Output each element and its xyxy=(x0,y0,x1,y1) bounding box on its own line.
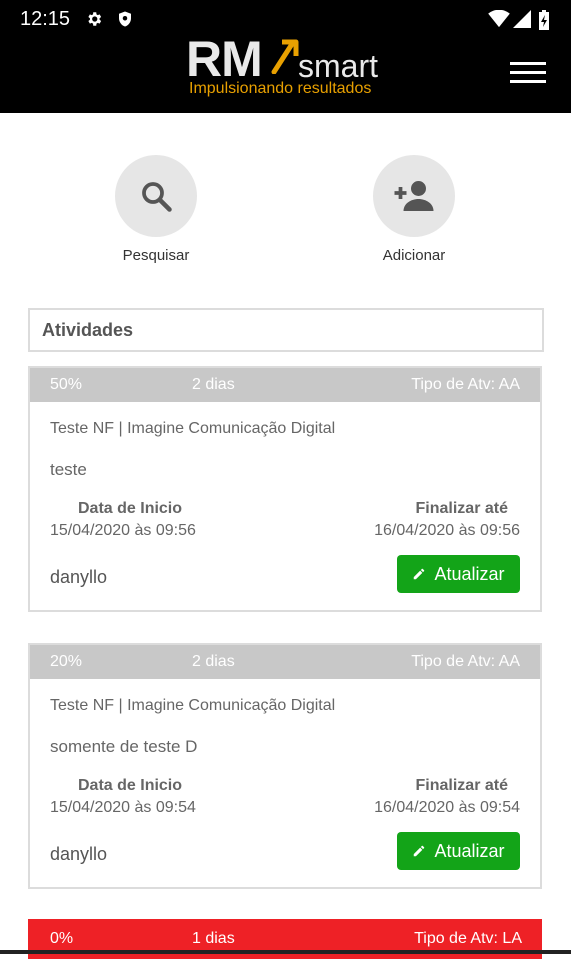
rmsmart-logo: RM smart Impulsionando resultados xyxy=(186,31,386,102)
update-button[interactable]: Atualizar xyxy=(397,832,520,870)
activity-percent: 0% xyxy=(50,930,74,947)
update-button-label: Atualizar xyxy=(434,840,505,861)
activities-header: Atividades xyxy=(28,308,544,352)
start-date-value: 15/04/2020 às 09:54 xyxy=(50,799,196,816)
end-date-value: 16/04/2020 às 09:54 xyxy=(374,799,520,816)
add-person-icon xyxy=(394,181,434,211)
activity-percent: 20% xyxy=(50,653,83,670)
search-action[interactable]: Pesquisar xyxy=(86,155,226,264)
end-date-label: Finalizar até xyxy=(415,777,508,794)
start-date-label: Data de Inicio xyxy=(78,777,183,794)
activity-percent: 50% xyxy=(50,376,83,393)
update-button[interactable]: Atualizar xyxy=(397,555,520,593)
app-header: 12:15 RM smart Impulsionando resultados xyxy=(0,0,571,113)
activity-description: teste xyxy=(50,460,87,479)
signal-icon xyxy=(513,10,531,33)
wifi-icon xyxy=(488,9,510,33)
pencil-icon xyxy=(414,845,425,857)
activity-client: Teste NF | Imagine Comunicação Digital xyxy=(50,420,336,437)
search-button[interactable] xyxy=(115,155,197,237)
activity-days: 2 dias xyxy=(192,653,235,670)
end-date-label: Finalizar até xyxy=(415,500,508,517)
activity-card[interactable]: 20% 2 dias Tipo de Atv: AA Teste NF | Im… xyxy=(28,643,542,889)
start-date-label: Data de Inicio xyxy=(78,500,183,517)
activity-user: danyllo xyxy=(50,844,108,864)
activity-user: danyllo xyxy=(50,567,108,587)
add-action[interactable]: Adicionar xyxy=(344,155,484,264)
end-date-value: 16/04/2020 às 09:56 xyxy=(374,522,520,539)
hamburger-icon-line xyxy=(510,80,546,83)
logo-arrow-icon xyxy=(270,38,300,79)
activity-client: Teste NF | Imagine Comunicação Digital xyxy=(50,697,336,714)
add-label: Adicionar xyxy=(382,247,446,264)
status-time: 12:15 xyxy=(20,8,71,30)
hamburger-icon-line xyxy=(510,71,546,74)
activity-days: 1 dias xyxy=(192,930,235,947)
menu-button[interactable] xyxy=(510,62,546,90)
hamburger-icon-line xyxy=(510,62,546,65)
search-icon xyxy=(142,182,172,212)
activity-type: Tipo de Atv: AA xyxy=(411,376,520,393)
shield-icon xyxy=(116,10,134,33)
settings-icon xyxy=(85,10,103,33)
update-button-label: Atualizar xyxy=(434,563,505,584)
activity-status-bar: 50% 2 dias Tipo de Atv: AA xyxy=(30,368,540,402)
activity-description: somente de teste D xyxy=(50,737,198,756)
screen-bottom-edge xyxy=(0,950,571,954)
add-button[interactable] xyxy=(373,155,455,237)
activity-card[interactable]: 50% 2 dias Tipo de Atv: AA Teste NF | Im… xyxy=(28,366,542,612)
search-label: Pesquisar xyxy=(122,247,190,264)
activity-days: 2 dias xyxy=(192,376,235,393)
pencil-icon xyxy=(414,568,425,580)
activities-title: Atividades xyxy=(42,320,134,340)
logo-tagline: Impulsionando resultados xyxy=(189,80,372,97)
activity-type: Tipo de Atv: LA xyxy=(414,930,522,947)
status-bar: 12:15 xyxy=(0,0,571,36)
activity-type: Tipo de Atv: AA xyxy=(411,653,520,670)
battery-icon xyxy=(538,10,550,35)
start-date-value: 15/04/2020 às 09:56 xyxy=(50,522,196,539)
activity-status-bar: 20% 2 dias Tipo de Atv: AA xyxy=(30,645,540,679)
